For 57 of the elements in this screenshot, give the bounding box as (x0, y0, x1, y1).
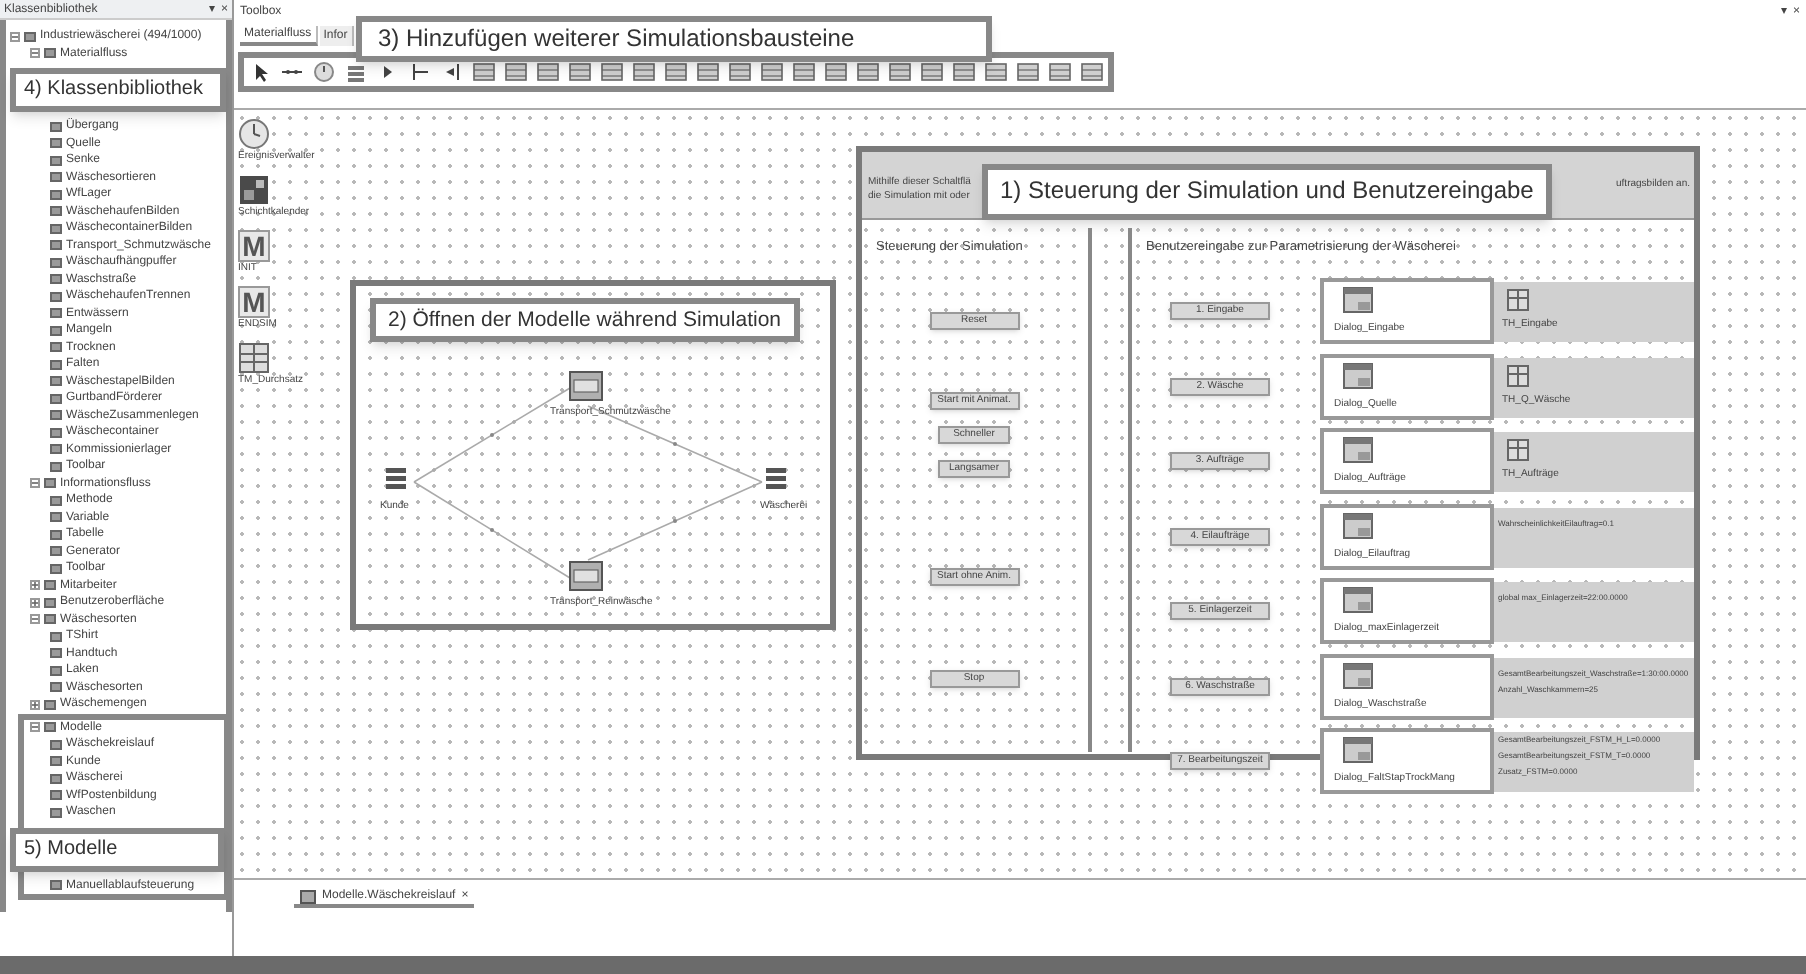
block-icon[interactable] (920, 60, 944, 84)
stack-icon (762, 464, 790, 492)
block-icon[interactable] (472, 60, 496, 84)
collapse-icon[interactable] (30, 614, 40, 625)
clock-icon[interactable] (312, 60, 336, 84)
source-icon[interactable] (408, 60, 432, 84)
block-icon[interactable] (856, 60, 880, 84)
dialog-icon (1342, 436, 1374, 464)
block-icon[interactable] (824, 60, 848, 84)
class-icon (50, 880, 62, 891)
conveyor-icon (568, 370, 604, 402)
block-icon[interactable] (984, 60, 1008, 84)
callout: 5) Modelle (10, 827, 224, 871)
stack-icon (382, 464, 410, 492)
block-icon[interactable] (1016, 60, 1040, 84)
collapse-icon[interactable] (10, 31, 20, 42)
callout: 1) Steuerung der Simulation und Benutzereingabe (982, 164, 1552, 220)
table-icon (1506, 363, 1530, 387)
table-icon (238, 342, 270, 374)
expand-icon[interactable] (30, 580, 40, 591)
table-icon (1506, 438, 1530, 462)
model-icon (300, 889, 316, 903)
callout: 4) Klassenbibliothek (10, 68, 226, 112)
dialog-icon (1342, 286, 1374, 314)
callout: 3) Hinzufügen weiterer Simulationsbausteine (356, 16, 992, 62)
dialog-icon (1342, 736, 1374, 764)
dialog-icon (1342, 361, 1374, 389)
stack-icon[interactable] (344, 60, 368, 84)
block-icon[interactable] (792, 60, 816, 84)
block-icon[interactable] (1080, 60, 1104, 84)
block-icon[interactable] (696, 60, 720, 84)
block-icon[interactable] (568, 60, 592, 84)
block-icon[interactable] (600, 60, 624, 84)
dialog-icon (1342, 661, 1374, 689)
block-icon[interactable] (536, 60, 560, 84)
collapse-icon[interactable] (30, 722, 40, 733)
block-icon[interactable] (888, 60, 912, 84)
block-icon[interactable] (1048, 60, 1072, 84)
block-icon[interactable] (952, 60, 976, 84)
block-icon[interactable] (760, 60, 784, 84)
expand-icon[interactable] (30, 699, 40, 710)
method-icon: M (238, 286, 270, 318)
block-icon[interactable] (728, 60, 752, 84)
callout: 2) Öffnen der Modelle während Simulation (370, 298, 800, 342)
block-icon[interactable] (504, 60, 528, 84)
block-icon[interactable] (632, 60, 656, 84)
block-icon[interactable] (664, 60, 688, 84)
dialog-icon (1342, 586, 1374, 614)
calendar-icon (238, 174, 270, 206)
expand-icon[interactable] (30, 597, 40, 608)
dialog-icon (1342, 511, 1374, 539)
clock-icon (238, 118, 270, 150)
collapse-icon[interactable] (30, 48, 40, 59)
method-icon: M (238, 230, 270, 262)
collapse-icon[interactable] (30, 478, 40, 489)
table-icon (1506, 288, 1530, 312)
conveyor-icon (568, 560, 604, 592)
